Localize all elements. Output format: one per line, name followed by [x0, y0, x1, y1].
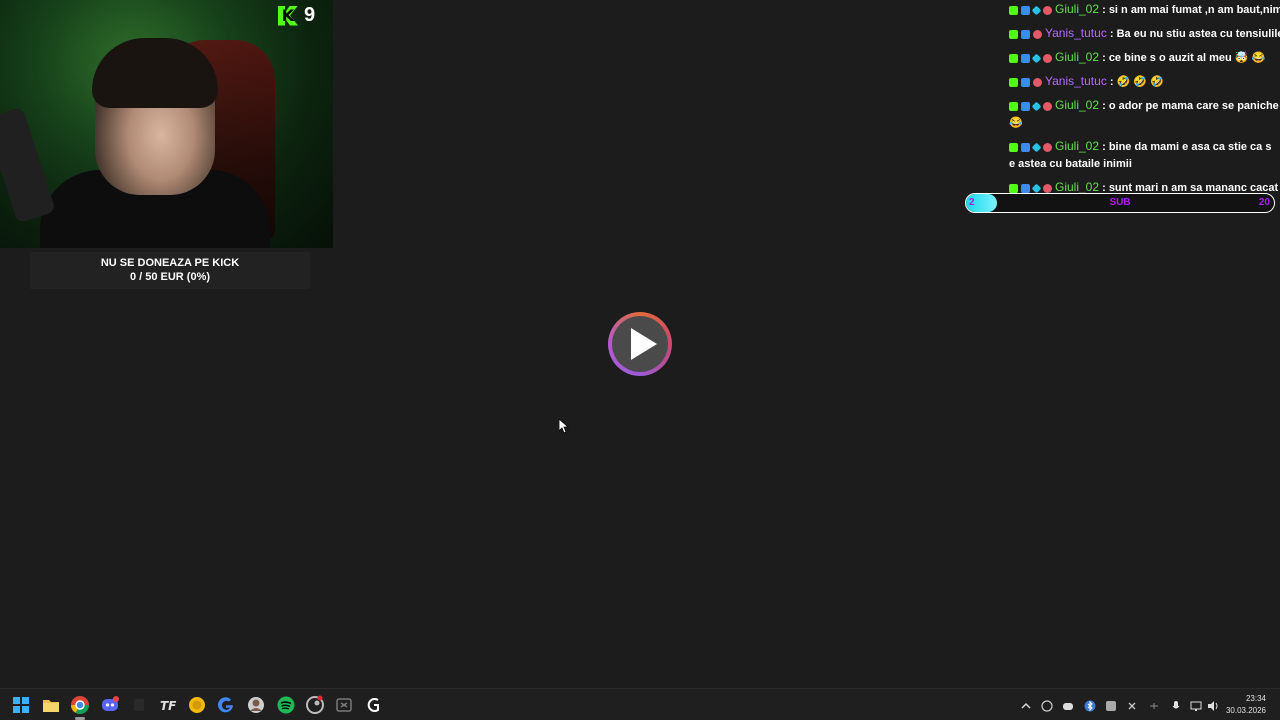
tray-bluetooth-icon[interactable] [1084, 699, 1096, 712]
app-icon[interactable] [334, 695, 354, 715]
chat-username[interactable]: Giuli_02 [1055, 98, 1099, 112]
kick-badge-icon [1009, 29, 1018, 39]
chat-message: Giuli_02 : si n am mai fumat ,n am baut,… [1009, 0, 1280, 20]
chat-message: Giuli_02 : ce bine s o auzit al meu 🤯 😂 [1009, 48, 1280, 68]
tray-vpn-icon[interactable] [1041, 699, 1053, 712]
chat-username[interactable]: Giuli_02 [1055, 139, 1099, 153]
discord-icon[interactable] [100, 695, 120, 715]
chat-username[interactable]: Giuli_02 [1055, 180, 1099, 194]
chat-text: : 🤣 🤣 🤣 [1109, 76, 1164, 88]
tray-close-icon[interactable] [1126, 699, 1138, 711]
chat-message: Yanis_tutuc : 🤣 🤣 🤣 [1009, 72, 1280, 92]
chat-message: Yanis_tutuc : Ba eu nu stiu astea cu ten… [1009, 24, 1280, 44]
chat-text: : Ba eu nu stiu astea cu tensiulile [1109, 28, 1280, 40]
coin-app-icon[interactable] [187, 695, 207, 715]
subscriber-badge-icon [1043, 5, 1052, 15]
clock-time: 23:34 [1245, 694, 1266, 703]
moderator-badge-icon [1021, 53, 1030, 63]
tf-app-icon[interactable]: TF [158, 695, 178, 715]
chat-message: Giuli_02 : o ador pe mama care se panich… [1009, 96, 1280, 133]
clock-date: 30.03.2026 [1225, 706, 1266, 715]
play-icon [631, 328, 657, 360]
subscriber-badge-icon [1043, 142, 1052, 152]
donation-progress: 0 / 50 EUR (0%) [129, 271, 211, 283]
chat-message: Giuli_02 : bine da mami e asa ca stie ca… [1009, 137, 1280, 174]
blank-app-icon[interactable] [129, 695, 149, 715]
kick-badge-icon [1009, 53, 1018, 63]
sub-goal-bar: SUB 2 20 [965, 193, 1275, 213]
subscriber-badge-icon [1033, 77, 1042, 87]
chat-text: : ce bine s o auzit al meu 🤯 😂 [1102, 52, 1266, 64]
tray-chevron-up-icon[interactable] [1020, 699, 1032, 711]
play-button[interactable] [608, 312, 672, 376]
volume-icon[interactable] [1207, 699, 1219, 711]
tray-app-icon[interactable] [1105, 699, 1117, 711]
subscriber-badge-icon [1043, 183, 1052, 193]
moderator-badge-icon [1021, 5, 1030, 15]
moderator-badge-icon [1021, 142, 1030, 152]
moderator-badge-icon [1021, 101, 1030, 111]
sub-goal-target: 20 [1258, 197, 1270, 208]
svg-text:TF: TF [160, 699, 177, 713]
viewer-badge: K 9 [278, 4, 315, 27]
chat-overlay: Giuli_02 : si n am mai fumat ,n am baut,… [1009, 0, 1280, 202]
avatar-app-icon[interactable] [246, 695, 266, 715]
microphone [0, 106, 57, 224]
kick-badge-icon [1009, 183, 1018, 193]
gem-badge-icon [1031, 183, 1042, 194]
kick-badge-icon [1009, 142, 1018, 152]
spotify-icon[interactable] [276, 695, 296, 715]
webcam-feed: K 9 [0, 0, 333, 248]
microphone-icon[interactable] [1170, 699, 1182, 711]
chat-username[interactable]: Giuli_02 [1055, 50, 1099, 64]
g-app-icon[interactable] [364, 695, 384, 715]
chat-username[interactable]: Yanis_tutuc [1045, 74, 1107, 88]
chat-username[interactable]: Giuli_02 [1055, 2, 1099, 16]
steam-icon[interactable] [305, 695, 325, 715]
chat-text: : si n am mai fumat ,n am baut,nimic [1102, 4, 1280, 16]
gem-badge-icon [1031, 5, 1042, 16]
chrome-icon[interactable] [70, 695, 90, 720]
network-icon[interactable] [1190, 699, 1202, 711]
moderator-badge-icon [1021, 29, 1030, 39]
moderator-badge-icon [1021, 183, 1030, 193]
chat-username[interactable]: Yanis_tutuc [1045, 26, 1107, 40]
sub-goal-current: 2 [969, 197, 975, 208]
tray-discord-icon[interactable] [1062, 699, 1074, 711]
windows-start-icon[interactable] [11, 695, 31, 715]
kick-badge-icon [1009, 77, 1018, 87]
moderator-badge-icon [1021, 77, 1030, 87]
sub-goal-label: SUB [1109, 197, 1131, 208]
gem-badge-icon [1031, 53, 1042, 64]
kick-logo-icon: K [278, 5, 298, 26]
viewer-count: 9 [304, 4, 316, 26]
donation-title: NU SE DONEAZA PE KICK [100, 257, 240, 269]
subscriber-badge-icon [1043, 53, 1052, 63]
donation-goal: NU SE DONEAZA PE KICK 0 / 50 EUR (0%) [30, 252, 310, 289]
gem-badge-icon [1031, 101, 1042, 112]
subscriber-badge-icon [1033, 29, 1042, 39]
subscriber-badge-icon [1043, 101, 1052, 111]
tray-display-icon[interactable] [1148, 699, 1160, 711]
windows-taskbar: TF 23:34 30.03.2026 [0, 688, 1280, 720]
file-explorer-icon[interactable] [41, 695, 61, 715]
google-icon[interactable] [216, 695, 236, 715]
kick-badge-icon [1009, 101, 1018, 111]
gem-badge-icon [1031, 142, 1042, 153]
kick-badge-icon [1009, 5, 1018, 15]
taskbar-clock[interactable]: 23:34 30.03.2026 [1226, 693, 1266, 717]
